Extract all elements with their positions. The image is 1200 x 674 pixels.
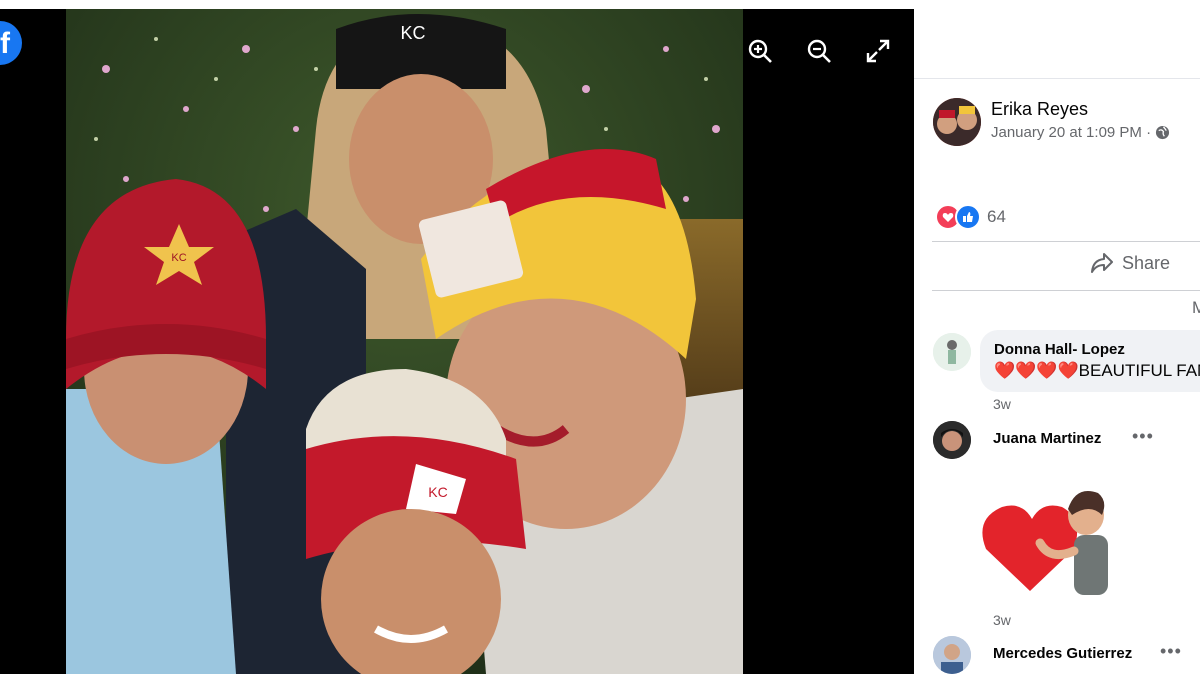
share-label: Share (1122, 252, 1171, 273)
post-timestamp[interactable]: January 20 at 1:09 PM · (991, 124, 1151, 141)
zoom-out-icon[interactable] (805, 37, 833, 65)
comment-time[interactable]: 3w (993, 612, 1011, 628)
commenter-avatar[interactable] (933, 333, 971, 371)
comment-text: ❤️❤️❤️❤️BEAUTIFUL FAMILY (994, 361, 1200, 380)
teen-hat-label: KC (400, 23, 425, 43)
photo-viewer: KC KC KC (0, 0, 914, 674)
actions-top-divider (932, 241, 1200, 242)
share-button[interactable]: Share (1090, 252, 1170, 274)
commenter-avatar[interactable] (933, 421, 971, 459)
fullscreen-icon[interactable] (864, 37, 892, 65)
like-reaction-icon (955, 204, 981, 230)
comment-options-icon[interactable]: ••• (1160, 641, 1182, 662)
comment-time[interactable]: 3w (993, 396, 1011, 412)
reaction-count: 64 (987, 207, 1006, 226)
globe-icon (1156, 125, 1170, 140)
actions-bottom-divider (932, 290, 1200, 291)
author-avatar[interactable] (933, 98, 981, 146)
girl-hat-label: KC (171, 252, 186, 264)
post-author-name[interactable]: Erika Reyes (991, 99, 1088, 120)
top-strip (0, 0, 1200, 9)
comment-author[interactable]: Donna Hall- Lopez (994, 341, 1125, 358)
more-comments-link[interactable]: M (1192, 298, 1200, 318)
comment-options-icon[interactable]: ••• (1132, 426, 1154, 447)
sidebar-divider (914, 78, 1200, 79)
reactions-summary[interactable]: 64 (935, 204, 1006, 230)
kid-hat-label: KC (428, 484, 447, 500)
post-photo[interactable]: KC KC KC (66, 9, 743, 674)
post-meta: January 20 at 1:09 PM · (991, 124, 1170, 141)
avatar-sticker (980, 481, 1112, 605)
post-sidebar: Erika Reyes January 20 at 1:09 PM · 64 S… (914, 0, 1200, 674)
zoom-in-icon[interactable] (746, 37, 774, 65)
comment-author[interactable]: Mercedes Gutierrez (993, 645, 1132, 662)
comment-author[interactable]: Juana Martinez (993, 430, 1101, 447)
commenter-avatar[interactable] (933, 636, 971, 674)
share-icon (1091, 253, 1113, 273)
